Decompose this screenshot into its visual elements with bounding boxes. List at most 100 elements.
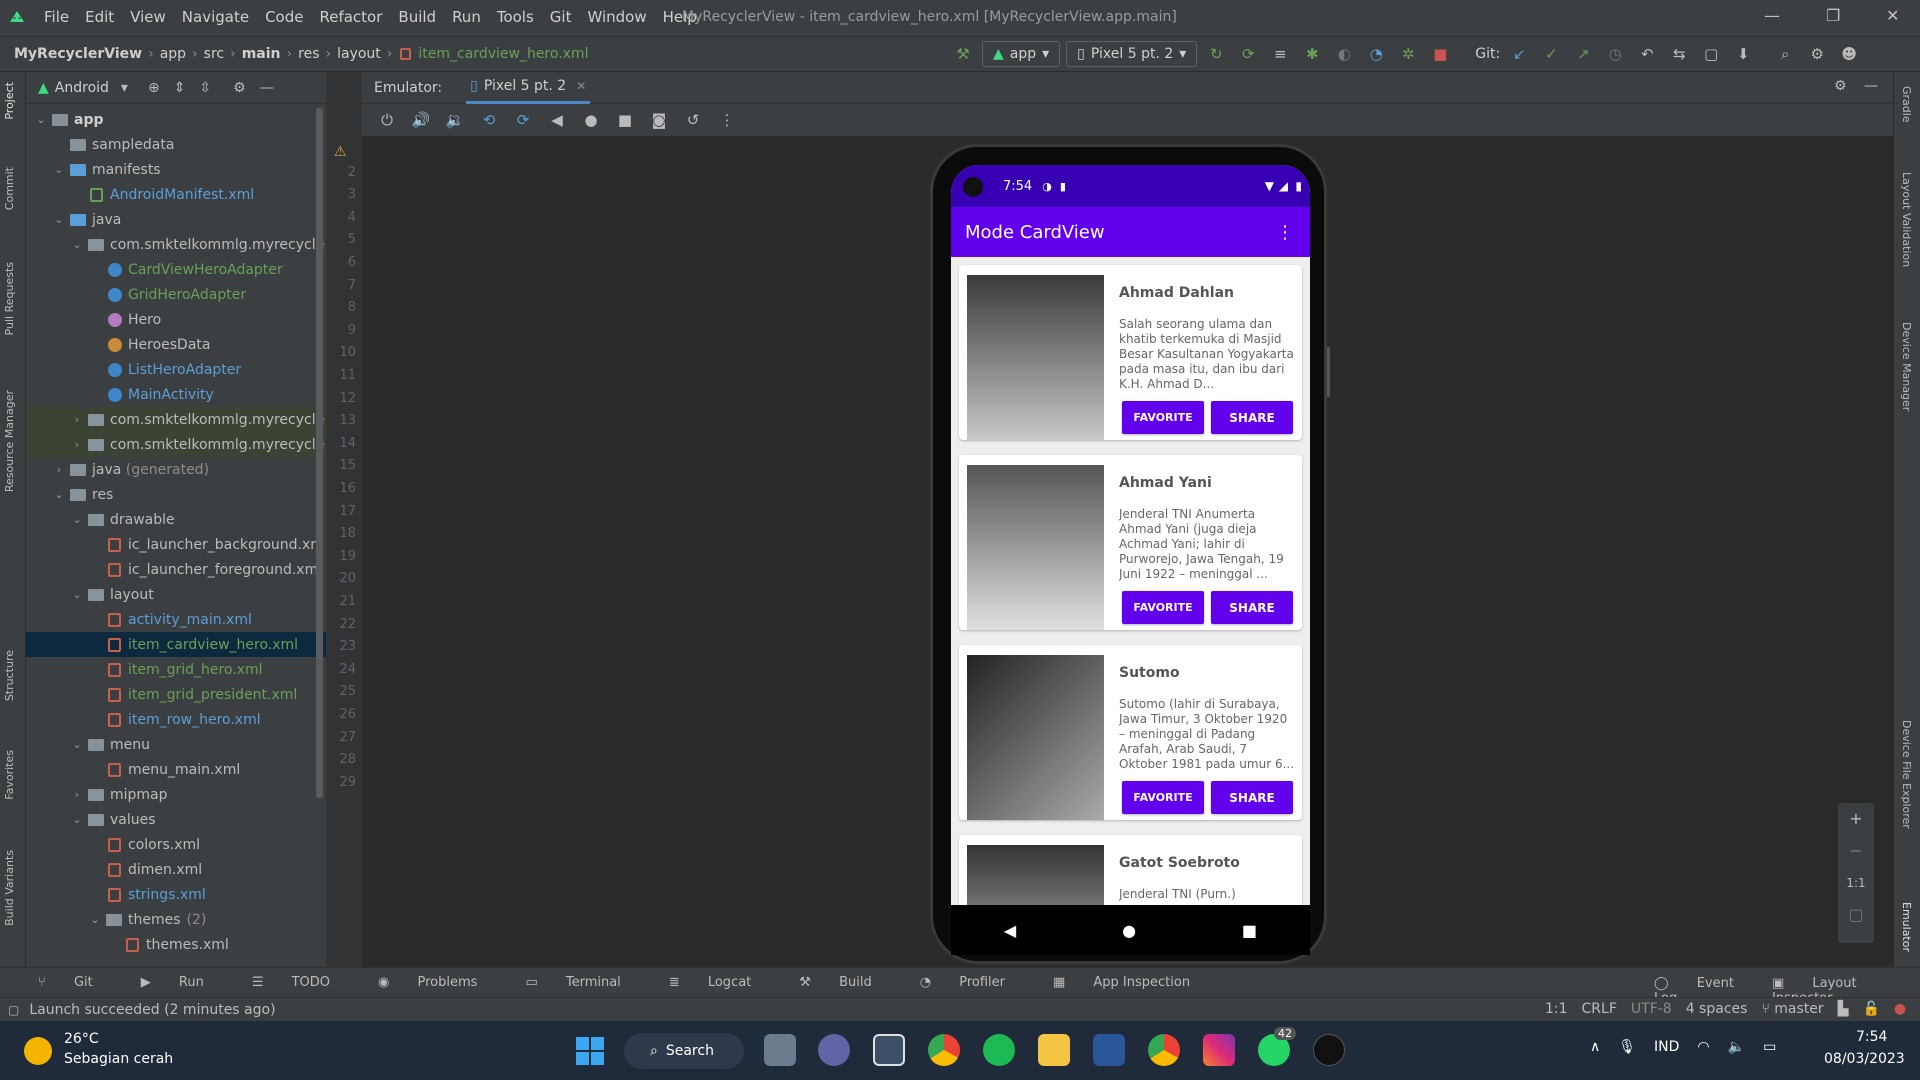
hero-list[interactable]: Ahmad Dahlan Salah seorang ulama dan khat… xyxy=(951,257,1310,935)
tool-window-terminal[interactable]: ▭ Terminal xyxy=(525,975,644,990)
chevron-icon[interactable]: ⌄ xyxy=(52,213,66,226)
share-button[interactable]: SHARE xyxy=(1211,401,1293,434)
home-icon[interactable]: ● xyxy=(578,111,604,129)
git-branch[interactable]: ⑂ master xyxy=(1761,1001,1823,1017)
chrome-icon[interactable] xyxy=(928,1034,960,1066)
breadcrumb-item[interactable]: MyRecyclerView xyxy=(14,46,142,62)
caret-position[interactable]: 1:1 xyxy=(1545,1001,1568,1017)
teams-icon[interactable] xyxy=(818,1034,850,1066)
clock-time[interactable]: 7:54 xyxy=(1856,1029,1887,1045)
nav-home-icon[interactable]: ● xyxy=(1122,921,1136,940)
gear-icon[interactable]: ⚙ xyxy=(1834,78,1847,94)
rollback-icon[interactable]: ↶ xyxy=(1634,45,1660,63)
tool-tab-commit[interactable]: Commit xyxy=(3,167,16,210)
tree-item[interactable]: sampledata xyxy=(26,132,326,157)
git-push-icon[interactable]: ↗ xyxy=(1570,45,1596,63)
word-icon[interactable] xyxy=(1093,1034,1125,1066)
microphone-icon[interactable]: 🎙 xyxy=(1618,1039,1636,1055)
apply-changes-icon[interactable]: ↻ xyxy=(1203,45,1229,63)
camera-icon[interactable]: ◙ xyxy=(646,111,672,129)
tree-item[interactable]: ic_launcher_background.xm xyxy=(26,532,326,557)
tree-item[interactable]: ⌄ drawable xyxy=(26,507,326,532)
hero-card[interactable]: Ahmad Yani Jenderal TNI Anumerta Ahmad Ya… xyxy=(959,455,1302,630)
device-screen[interactable]: 7:54 ◑ ▮ ▼ ◢ ▮ Mode CardView ⋮ Ahmad Dah… xyxy=(951,165,1310,935)
tree-item[interactable]: › com.smktelkommlg.myrecycle xyxy=(26,432,326,457)
notification-icon[interactable]: ● xyxy=(1894,1001,1906,1017)
maximize-button[interactable]: ❐ xyxy=(1826,6,1840,25)
tree-item[interactable]: › com.smktelkommlg.myrecycle xyxy=(26,407,326,432)
tool-window-todo[interactable]: ☰ TODO xyxy=(252,975,354,990)
tool-window-git[interactable]: ⑂ Git xyxy=(38,975,117,990)
file-encoding[interactable]: UTF-8 xyxy=(1631,1001,1672,1017)
zoom-in-icon[interactable]: + xyxy=(1838,803,1874,835)
tree-item[interactable]: ⌄ themes (2) xyxy=(26,907,326,932)
volume-down-icon[interactable]: 🔉 xyxy=(442,111,468,129)
start-icon[interactable] xyxy=(576,1037,604,1065)
clock-date[interactable]: 08/03/2023 xyxy=(1824,1051,1905,1067)
tree-item[interactable]: AndroidManifest.xml xyxy=(26,182,326,207)
favorite-button[interactable]: FAVORITE xyxy=(1122,591,1204,624)
menu-refactor[interactable]: Refactor xyxy=(319,8,382,26)
share-button[interactable]: SHARE xyxy=(1211,591,1293,624)
chevron-icon[interactable]: ⌄ xyxy=(88,913,102,926)
tree-item[interactable]: GridHeroAdapter xyxy=(26,282,326,307)
tool-window-run[interactable]: ▶ Run xyxy=(141,975,228,990)
tool-tab-project[interactable]: Project xyxy=(3,82,16,120)
tool-window-build[interactable]: ⚒ Build xyxy=(799,975,895,990)
menu-tools[interactable]: Tools xyxy=(497,8,534,26)
chevron-icon[interactable]: ⌄ xyxy=(70,738,84,751)
chrome-icon-2[interactable] xyxy=(1148,1034,1180,1066)
tree-item[interactable]: › java (generated) xyxy=(26,457,326,482)
menu-navigate[interactable]: Navigate xyxy=(182,8,249,26)
chevron-icon[interactable]: › xyxy=(70,413,84,426)
weather-temp[interactable]: 26°C xyxy=(64,1031,99,1047)
zoom-out-icon[interactable]: − xyxy=(1838,835,1874,867)
chevron-icon[interactable]: ⌄ xyxy=(52,488,66,501)
profile-icon[interactable]: ◔ xyxy=(1363,45,1389,63)
breadcrumb-item[interactable]: res xyxy=(298,46,319,62)
tree-item[interactable]: CardViewHeroAdapter xyxy=(26,257,326,282)
tree-item[interactable]: ⌄ app xyxy=(26,107,326,132)
chevron-icon[interactable]: ⌄ xyxy=(34,113,48,126)
tool-window-app-inspection[interactable]: ▦ App Inspection xyxy=(1053,975,1214,990)
device-manager-icon[interactable]: ▢ xyxy=(1698,45,1724,63)
rotate-left-icon[interactable]: ⟲ xyxy=(476,111,502,129)
language-indicator[interactable]: IND xyxy=(1654,1039,1679,1055)
tree-item[interactable]: Hero xyxy=(26,307,326,332)
menu-build[interactable]: Build xyxy=(398,8,436,26)
attach-debugger-icon[interactable]: ✲ xyxy=(1395,45,1421,63)
emulator-tab[interactable]: ▯ Pixel 5 pt. 2 ✕ xyxy=(466,72,591,104)
expand-all-icon[interactable]: ⇕ xyxy=(174,80,186,96)
zoom-actual-size-button[interactable]: 1:1 xyxy=(1838,867,1874,899)
tool-tab-resource-manager[interactable]: Resource Manager xyxy=(3,390,16,492)
chevron-icon[interactable]: ⌄ xyxy=(70,238,84,251)
back-icon[interactable]: ◀ xyxy=(544,111,570,129)
menu-window[interactable]: Window xyxy=(587,8,646,26)
tree-item[interactable]: item_row_hero.xml xyxy=(26,707,326,732)
spotify-icon[interactable] xyxy=(983,1034,1015,1066)
taskbar-search[interactable]: ⌕ Search xyxy=(624,1033,744,1069)
tool-tab-pull-requests[interactable]: Pull Requests xyxy=(3,262,16,335)
tree-item[interactable]: item_grid_president.xml xyxy=(26,682,326,707)
chevron-down-icon[interactable]: ▾ xyxy=(121,80,128,96)
tree-item[interactable]: ⌄ menu xyxy=(26,732,326,757)
debug-icon[interactable]: ✱ xyxy=(1299,45,1325,63)
tool-window-problems[interactable]: ◉ Problems xyxy=(378,975,501,990)
nav-recents-icon[interactable]: ■ xyxy=(1242,921,1257,940)
collapse-all-icon[interactable]: ⇳ xyxy=(199,80,211,96)
tree-item[interactable]: HeroesData xyxy=(26,332,326,357)
tool-tab-device-manager[interactable]: Device Manager xyxy=(1900,322,1913,411)
menu-git[interactable]: Git xyxy=(550,8,572,26)
tool-tab-favorites[interactable]: Favorites xyxy=(3,750,16,800)
gear-icon[interactable]: ⚙ xyxy=(233,80,246,96)
tree-scrollbar[interactable] xyxy=(316,108,323,798)
line-separator[interactable]: CRLF xyxy=(1582,1001,1617,1017)
more-icon[interactable]: ⋮ xyxy=(714,111,740,129)
power-icon[interactable]: ⏻ xyxy=(374,111,400,129)
stop-icon[interactable]: ■ xyxy=(1427,45,1453,63)
chevron-icon[interactable]: ⌄ xyxy=(70,813,84,826)
tool-tab-layout-validation[interactable]: Layout Validation xyxy=(1900,172,1913,267)
minimize-button[interactable]: — xyxy=(1764,6,1780,25)
history-icon[interactable]: ◷ xyxy=(1602,45,1628,63)
zoom-fit-icon[interactable]: ▢ xyxy=(1838,899,1874,931)
